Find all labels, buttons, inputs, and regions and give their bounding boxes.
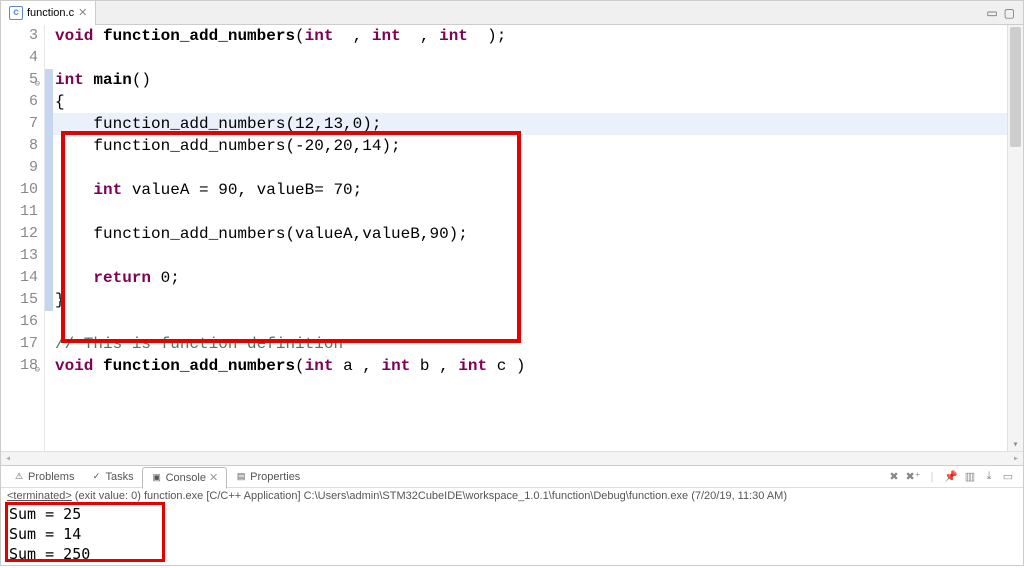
close-icon[interactable]: ✕	[209, 471, 218, 484]
editor-pane: c function.c ✕ ▭ ▢ 3 4 5⊖ 6 7 8 9 10 11 …	[0, 0, 1024, 466]
tab-problems[interactable]: ⚠Problems	[5, 466, 82, 488]
fold-icon[interactable]: ⊖	[30, 73, 40, 83]
bottom-tab-bar: ⚠Problems ✓Tasks ▣Console ✕ ▤Properties …	[1, 466, 1023, 488]
code-line: void function_add_numbers(int , int , in…	[45, 25, 1023, 47]
console-launch-info: <terminated> (exit value: 0) function.ex…	[1, 488, 1023, 504]
display-icon[interactable]: ▥	[963, 470, 977, 484]
vertical-scrollbar[interactable]: ▴ ▾	[1007, 25, 1023, 451]
problems-icon: ⚠	[13, 471, 25, 483]
code-line	[45, 245, 1023, 267]
editor-tab-function-c[interactable]: c function.c ✕	[1, 1, 96, 25]
c-file-icon: c	[9, 6, 23, 20]
editor-tab-bar: c function.c ✕ ▭ ▢	[1, 1, 1023, 25]
code-line	[45, 47, 1023, 69]
code-line	[45, 201, 1023, 223]
tab-tasks[interactable]: ✓Tasks	[82, 466, 141, 488]
close-icon[interactable]: ✕	[78, 6, 87, 19]
line-number-gutter: 3 4 5⊖ 6 7 8 9 10 11 12 13 14 15 16 17 1…	[1, 25, 45, 451]
remove-all-icon[interactable]: ✖⁺	[906, 470, 920, 484]
code-line: return 0;	[45, 267, 1023, 289]
console-output-line: Sum = 250	[1, 544, 1023, 564]
minimize-icon[interactable]: ▭	[986, 6, 997, 20]
tab-filename: function.c	[27, 7, 74, 19]
code-line: function_add_numbers(valueA,valueB,90);	[45, 223, 1023, 245]
code-body[interactable]: 3 4 5⊖ 6 7 8 9 10 11 12 13 14 15 16 17 1…	[1, 25, 1023, 451]
change-marker	[45, 69, 53, 311]
scroll-lock-icon[interactable]: ⤓	[982, 470, 996, 484]
code-line: function_add_numbers(12,13,0);	[45, 113, 1023, 135]
code-line: function_add_numbers(-20,20,14);	[45, 135, 1023, 157]
pin-icon[interactable]: 📌	[944, 470, 958, 484]
console-toolbar: ✖ ✖⁺ | 📌 ▥ ⤓ ▭	[887, 470, 1019, 484]
console-output-line: Sum = 25	[1, 504, 1023, 524]
code-line	[45, 157, 1023, 179]
tab-console[interactable]: ▣Console ✕	[142, 467, 228, 489]
tab-properties[interactable]: ▤Properties	[227, 466, 308, 488]
remove-launch-icon[interactable]: ✖	[887, 470, 901, 484]
code-text-area[interactable]: void function_add_numbers(int , int , in…	[45, 25, 1023, 451]
console-icon: ▣	[151, 472, 163, 484]
code-line: {	[45, 91, 1023, 113]
code-line: // This is function definition	[45, 333, 1023, 355]
code-line	[45, 311, 1023, 333]
console-output-line: Sum = 14	[1, 524, 1023, 544]
scroll-right-icon[interactable]: ▸	[1013, 453, 1019, 465]
code-line: }	[45, 289, 1023, 311]
bottom-panel: ⚠Problems ✓Tasks ▣Console ✕ ▤Properties …	[0, 466, 1024, 566]
scroll-left-icon[interactable]: ◂	[5, 453, 11, 465]
clear-console-icon[interactable]: ▭	[1001, 470, 1015, 484]
code-line: void function_add_numbers(int a , int b …	[45, 355, 1023, 377]
tasks-icon: ✓	[90, 471, 102, 483]
divider: |	[925, 470, 939, 484]
scrollbar-thumb[interactable]	[1010, 27, 1021, 147]
code-line: int valueA = 90, valueB= 70;	[45, 179, 1023, 201]
horizontal-scrollbar[interactable]: ◂ ▸	[1, 451, 1023, 465]
editor-minmax-controls: ▭ ▢	[986, 6, 1023, 20]
fold-icon[interactable]: ⊖	[30, 359, 40, 369]
scroll-down-icon[interactable]: ▾	[1008, 439, 1023, 451]
maximize-icon[interactable]: ▢	[1004, 6, 1015, 20]
properties-icon: ▤	[235, 471, 247, 483]
code-line: int main()	[45, 69, 1023, 91]
